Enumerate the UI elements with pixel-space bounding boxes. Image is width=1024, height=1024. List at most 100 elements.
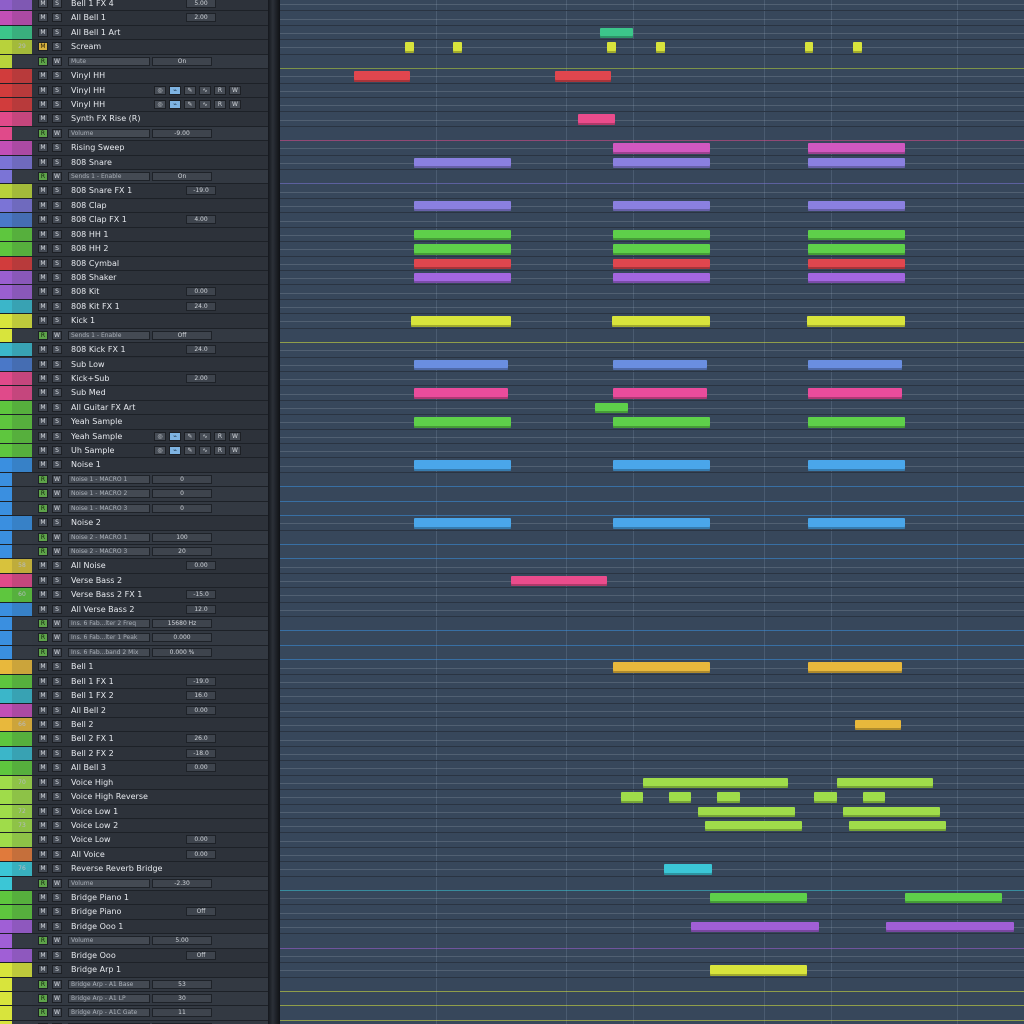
mute-button[interactable]: M: [38, 42, 48, 52]
mute-button[interactable]: M: [38, 864, 48, 874]
mute-button[interactable]: M: [38, 820, 48, 830]
event-clip[interactable]: [808, 229, 905, 241]
event-clip[interactable]: [613, 244, 711, 255]
write-automation-button[interactable]: W: [52, 936, 62, 946]
track-name[interactable]: Vinyl HH: [71, 69, 105, 82]
solo-button[interactable]: S: [52, 99, 62, 109]
event-clip[interactable]: [855, 720, 902, 731]
event-clip[interactable]: [808, 388, 902, 399]
mute-button[interactable]: M: [38, 849, 48, 859]
automation-value-field[interactable]: 15680 Hz: [152, 619, 212, 629]
read-automation-button[interactable]: R: [38, 503, 48, 513]
track-name[interactable]: Bridge Ooo 1: [71, 920, 123, 933]
read-automation-button[interactable]: R: [38, 128, 48, 138]
event-clip[interactable]: [410, 316, 511, 327]
automation-parameter-name[interactable]: Bridge Arp - A1 Base: [68, 979, 150, 989]
solo-button[interactable]: S: [52, 42, 62, 52]
automation-value-field[interactable]: 0: [152, 503, 212, 513]
read-automation-button[interactable]: R: [38, 546, 48, 556]
write-automation-button[interactable]: W: [52, 330, 62, 340]
event-clip[interactable]: [669, 792, 692, 803]
solo-button[interactable]: S: [52, 446, 62, 456]
write-automation-button[interactable]: W: [52, 993, 62, 1003]
track-name[interactable]: All Bell 1 Art: [71, 26, 120, 39]
mute-button[interactable]: M: [38, 417, 48, 427]
automation-value-field[interactable]: 20: [152, 546, 212, 556]
track-row[interactable]: M S Vinyl HH ◎ ⌁ ✎ ∿ R W: [0, 83, 268, 98]
solo-button[interactable]: S: [52, 13, 62, 23]
automation-parameter-name[interactable]: Mute: [68, 56, 150, 66]
track-name[interactable]: Voice Low: [71, 833, 111, 846]
mute-button[interactable]: M: [38, 460, 48, 470]
track-row[interactable]: M S Bell 2 FX 1 26.0: [0, 732, 268, 747]
track-row[interactable]: R W Volume -2.30: [0, 876, 268, 892]
solo-button[interactable]: S: [52, 272, 62, 282]
event-clip[interactable]: [806, 316, 905, 327]
event-clip[interactable]: [717, 792, 740, 803]
track-name[interactable]: 808 Kit: [71, 285, 99, 298]
solo-button[interactable]: S: [52, 388, 62, 398]
mute-button[interactable]: M: [38, 431, 48, 441]
event-clip[interactable]: [354, 71, 411, 82]
mute-button[interactable]: M: [38, 359, 48, 369]
mute-button[interactable]: M: [38, 114, 48, 124]
mute-button[interactable]: M: [38, 446, 48, 456]
event-clip[interactable]: [613, 388, 708, 399]
event-clip[interactable]: [413, 229, 511, 241]
solo-button[interactable]: S: [52, 777, 62, 787]
event-clip[interactable]: [643, 777, 789, 789]
event-clip[interactable]: [613, 143, 711, 154]
track-row[interactable]: M S Uh Sample ◎ ⌁ ✎ ∿ R W: [0, 444, 268, 459]
event-clip[interactable]: [852, 42, 862, 53]
event-clip[interactable]: [510, 575, 608, 587]
mute-button[interactable]: M: [38, 345, 48, 355]
curve-icon[interactable]: ∿: [199, 446, 211, 456]
event-clip[interactable]: [655, 42, 665, 53]
track-row[interactable]: M S All Bell 1 2.00: [0, 11, 268, 26]
read-automation-button[interactable]: R: [38, 993, 48, 1003]
event-clip[interactable]: [413, 200, 511, 212]
solo-button[interactable]: S: [52, 893, 62, 903]
track-name[interactable]: All Bell 1: [71, 11, 106, 24]
volume-value-field[interactable]: 4.00: [186, 215, 216, 225]
event-clip[interactable]: [413, 258, 511, 269]
track-name[interactable]: All Bell 2: [71, 704, 106, 717]
event-clip[interactable]: [613, 200, 711, 212]
mute-button[interactable]: M: [38, 215, 48, 225]
track-row[interactable]: M S All Verse Bass 2 12.0: [0, 602, 268, 618]
event-clip[interactable]: [836, 777, 934, 789]
track-row[interactable]: R W Noise 2 - MACRO 1 100: [0, 530, 268, 545]
track-name[interactable]: Verse Bass 2: [71, 574, 122, 587]
track-name[interactable]: All Guitar FX Art: [71, 401, 135, 414]
solo-button[interactable]: S: [52, 763, 62, 773]
automation-value-field[interactable]: On: [152, 56, 212, 66]
track-name[interactable]: Bell 2 FX 2: [71, 747, 114, 760]
event-clip[interactable]: [808, 662, 902, 673]
event-clip[interactable]: [808, 157, 905, 169]
track-row[interactable]: 72 M S Voice Low 1: [0, 804, 268, 819]
solo-button[interactable]: S: [52, 186, 62, 196]
mute-button[interactable]: M: [38, 720, 48, 729]
volume-value-field[interactable]: 0.00: [186, 287, 216, 297]
track-row[interactable]: 73 M S Voice Low 2: [0, 818, 268, 834]
track-row[interactable]: R W Noise 1 - MACRO 30: [0, 501, 268, 517]
mute-button[interactable]: M: [38, 604, 48, 614]
track-row[interactable]: M S 808 Shaker: [0, 270, 268, 286]
solo-button[interactable]: S: [52, 417, 62, 427]
automation-value-field[interactable]: -2.30: [152, 878, 212, 888]
track-row[interactable]: M S Bridge Ooo 1: [0, 919, 268, 935]
track-name[interactable]: 808 Kick FX 1: [71, 343, 126, 356]
mute-button[interactable]: M: [38, 705, 48, 715]
track-row[interactable]: M S Bridge Piano Off: [0, 905, 268, 920]
track-row[interactable]: M S 808 Clap: [0, 198, 268, 214]
automation-parameter-name[interactable]: Noise 2 - MACRO 1: [68, 532, 150, 542]
automation-value-field[interactable]: 0.000 %: [152, 647, 212, 657]
track-row[interactable]: R W Noise 1 - MACRO 20: [0, 487, 268, 502]
track-row[interactable]: 76 M S Reverse Reverb Bridge: [0, 862, 268, 877]
monitor-icon[interactable]: ◎: [154, 99, 166, 109]
track-name[interactable]: Scream: [71, 40, 101, 53]
track-name[interactable]: 808 Cymbal: [71, 257, 119, 270]
event-clip[interactable]: [886, 921, 1015, 933]
event-clip[interactable]: [663, 864, 713, 875]
track-name[interactable]: Vinyl HH: [71, 98, 105, 111]
